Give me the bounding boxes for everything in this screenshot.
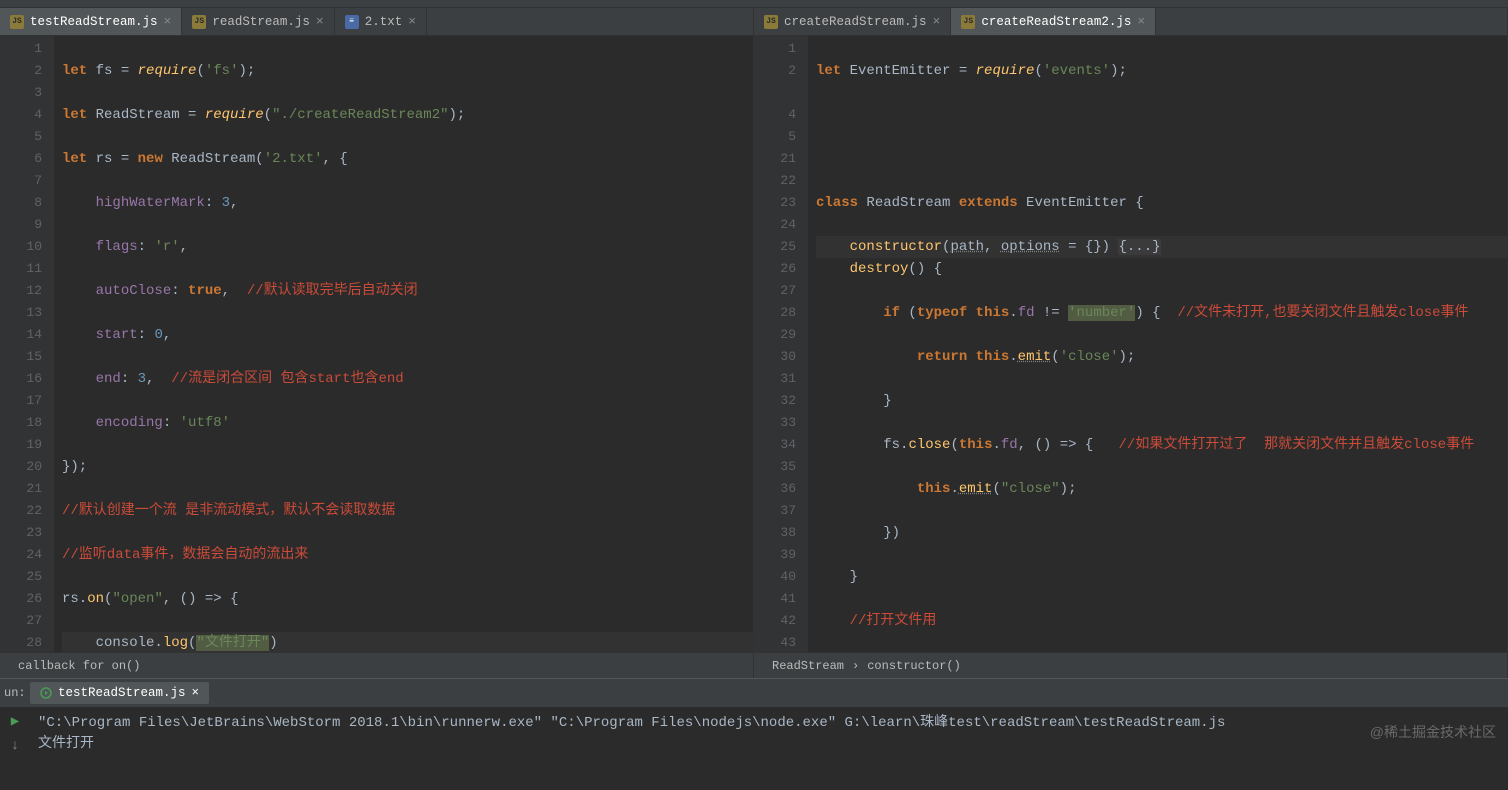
stop-icon[interactable]: ↓ [11,738,19,754]
tab-createreadstream2[interactable]: JS createReadStream2.js × [951,8,1156,35]
rerun-icon[interactable]: ▶ [11,713,19,730]
gutter: 1234567891011121314151617181920212223242… [0,36,54,652]
title-bar [0,0,1508,8]
close-icon[interactable]: × [164,14,172,29]
watermark: @稀土掘金技术社区 [1370,722,1496,742]
js-icon: JS [764,15,778,29]
tab-testreadstream[interactable]: JS testReadStream.js × [0,8,182,35]
run-config-icon [40,687,52,699]
tab-2txt[interactable]: ≡ 2.txt × [335,8,427,35]
left-breadcrumb: callback for on() [0,652,753,678]
tab-label: createReadStream2.js [981,15,1131,29]
tab-createreadstream[interactable]: JS createReadStream.js × [754,8,951,35]
left-tabstrip: JS testReadStream.js × JS readStream.js × ≡ 2… [0,8,753,36]
js-icon: JS [10,15,24,29]
js-icon: JS [192,15,206,29]
close-icon[interactable]: × [408,14,416,29]
right-editor[interactable]: 1245212223242526272829303132333435363738… [754,36,1507,652]
run-tool-window: un: testReadStream.js × ▶ ↓ "C:\Program F… [0,678,1508,761]
console-tabs: un: testReadStream.js × [0,679,1508,707]
console-tab-label: testReadStream.js [58,686,186,700]
right-pane: JS createReadStream.js × JS createReadStrea… [754,8,1508,678]
close-icon[interactable]: × [316,14,324,29]
js-icon: JS [961,15,975,29]
console-tab[interactable]: testReadStream.js × [30,682,209,704]
console-controls: ▶ ↓ [0,707,30,761]
tab-readstream[interactable]: JS readStream.js × [182,8,334,35]
console-output[interactable]: "C:\Program Files\JetBrains\WebStorm 201… [30,707,1508,761]
close-icon[interactable]: × [1137,14,1145,29]
tab-label: createReadStream.js [784,15,927,29]
code-area[interactable]: let fs = require('fs'); let ReadStream =… [54,36,753,652]
tab-label: 2.txt [365,15,403,29]
console-body: ▶ ↓ "C:\Program Files\JetBrains\WebStorm… [0,707,1508,761]
editor-split: JS testReadStream.js × JS readStream.js × ≡ 2… [0,8,1508,678]
tab-label: readStream.js [212,15,310,29]
tab-label: testReadStream.js [30,15,158,29]
close-icon[interactable]: × [192,686,200,700]
right-breadcrumb: ReadStream›constructor() [754,652,1507,678]
txt-icon: ≡ [345,15,359,29]
right-tabstrip: JS createReadStream.js × JS createReadStrea… [754,8,1507,36]
left-editor[interactable]: 1234567891011121314151617181920212223242… [0,36,753,652]
left-pane: JS testReadStream.js × JS readStream.js × ≡ 2… [0,8,754,678]
gutter: 1245212223242526272829303132333435363738… [754,36,808,652]
run-label: un: [4,686,26,700]
close-icon[interactable]: × [933,14,941,29]
code-area[interactable]: let EventEmitter = require('events'); cl… [808,36,1507,652]
